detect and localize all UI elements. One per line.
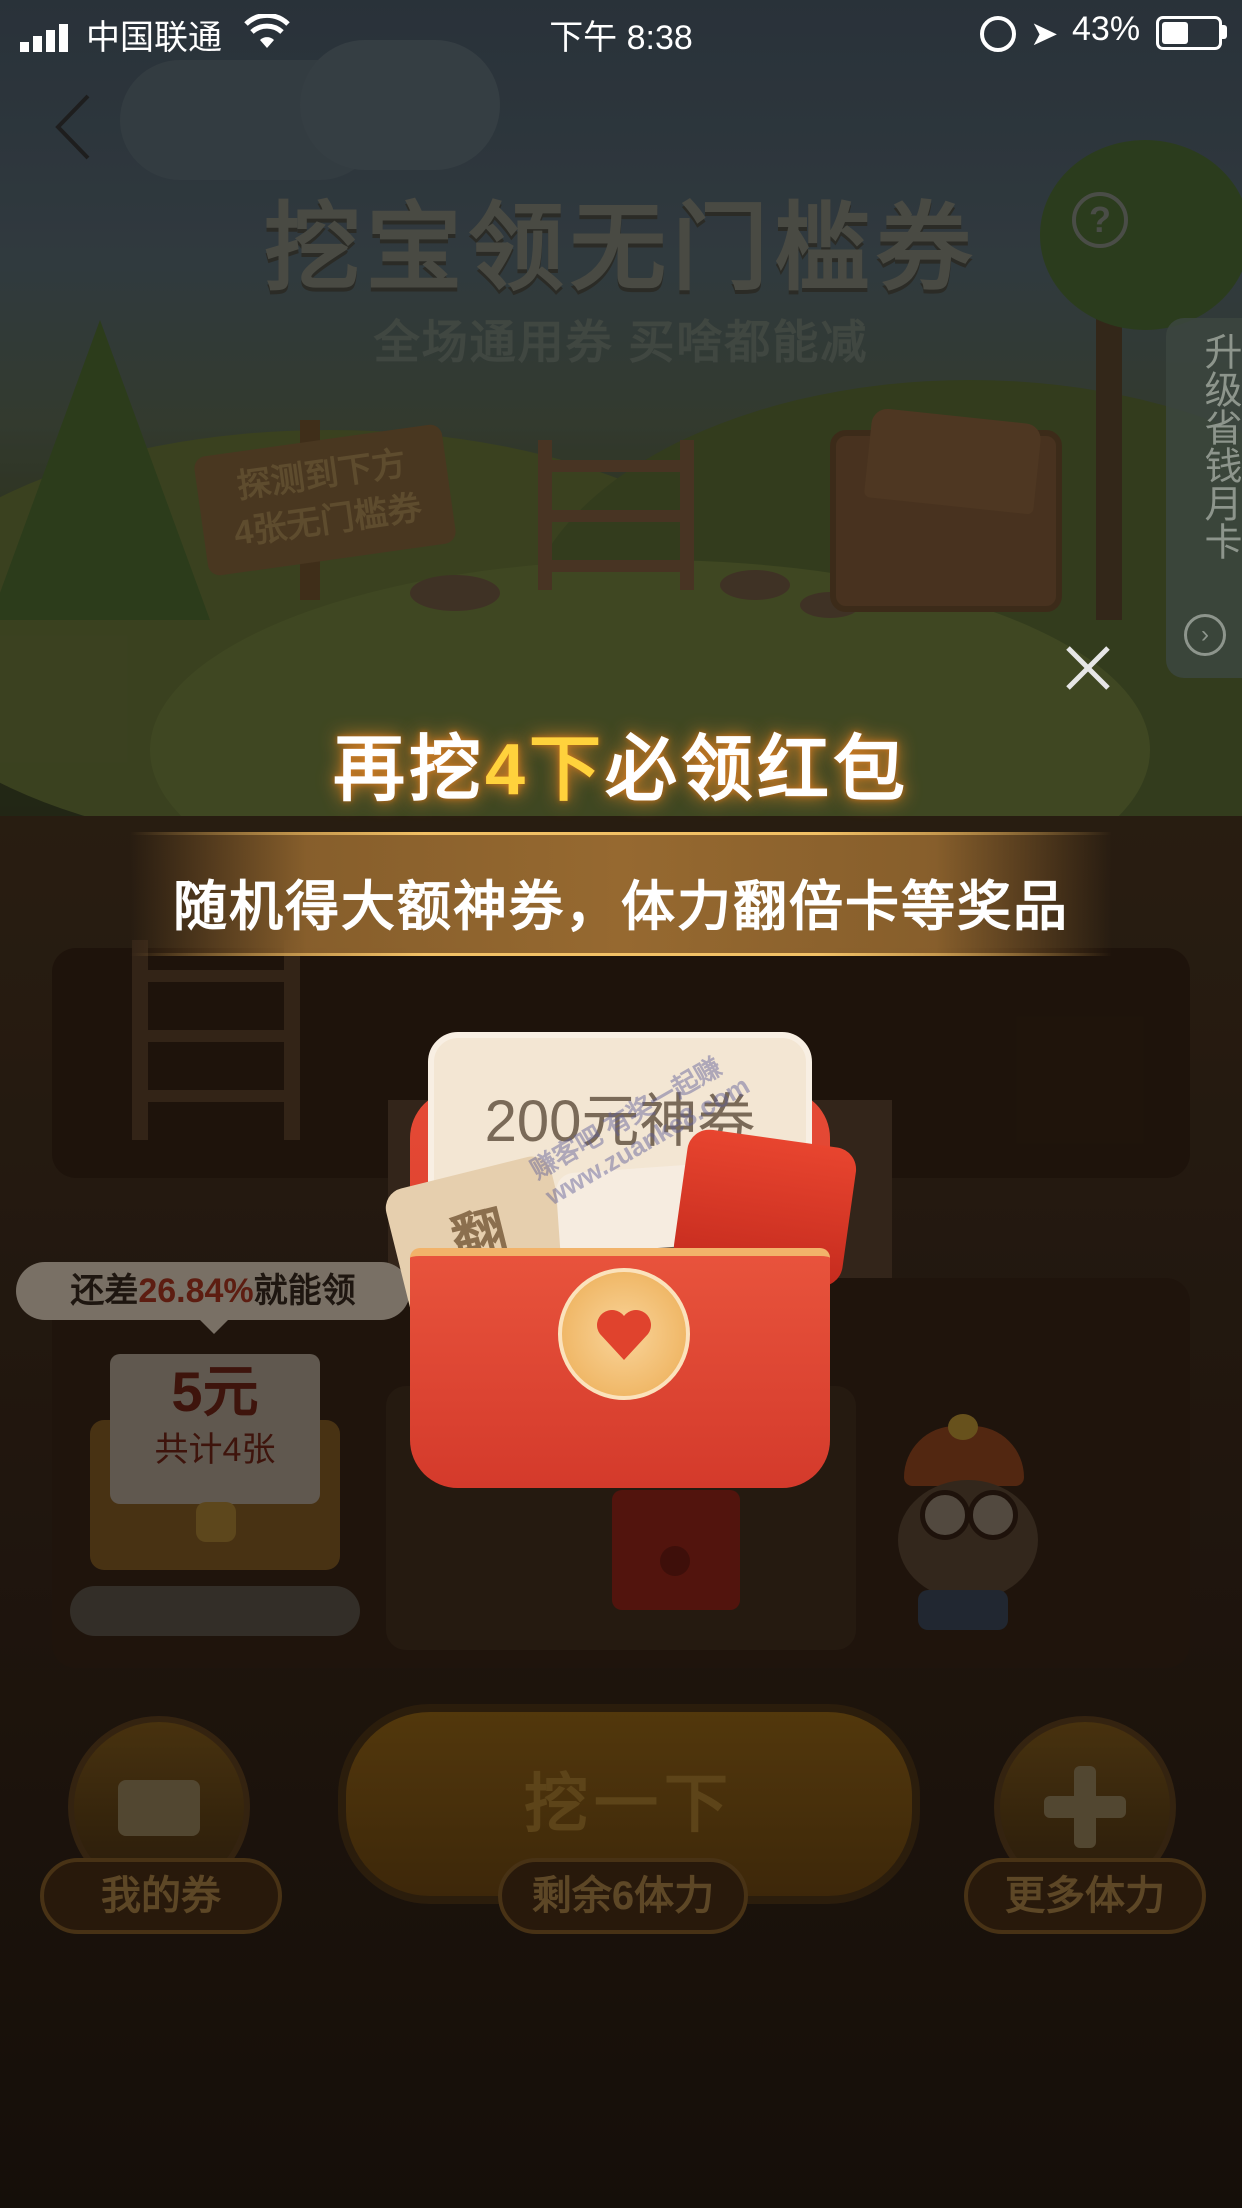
red-packet-button[interactable]: 200元神券 翻倍 5元 [381, 1020, 859, 1488]
popup-title-prefix: 再挖 [332, 730, 485, 810]
monthly-card-label: 升级省钱月卡 [1198, 332, 1240, 560]
back-chevron-icon [55, 94, 90, 160]
chevron-right-icon: › [1184, 614, 1226, 656]
battery-percent: 43% [1072, 10, 1141, 48]
popup-title-suffix: 必领红包 [605, 730, 910, 810]
heart-icon [597, 1310, 651, 1360]
reward-banner: 随机得大额神券，体力翻倍卡等奖品 [130, 832, 1112, 956]
reward-banner-text: 随机得大额神券，体力翻倍卡等奖品 [173, 877, 1069, 937]
banner-border-top [130, 832, 1112, 835]
battery-icon [1156, 16, 1222, 50]
monthly-card-tab[interactable]: 升级省钱月卡 › [1166, 318, 1242, 678]
banner-border-bottom [130, 953, 1112, 956]
battery-cap [1222, 25, 1227, 39]
heart-seal-icon [558, 1268, 690, 1400]
location-arrow-icon: ➤ [1030, 15, 1059, 53]
back-button[interactable] [48, 92, 108, 162]
close-icon [1066, 646, 1110, 690]
battery-level [1162, 22, 1188, 44]
rotation-lock-icon [980, 16, 1016, 52]
close-button[interactable] [1060, 640, 1116, 696]
popup-title: 再挖4下必领红包 [0, 710, 1242, 815]
popup-title-highlight: 4下 [484, 730, 606, 810]
